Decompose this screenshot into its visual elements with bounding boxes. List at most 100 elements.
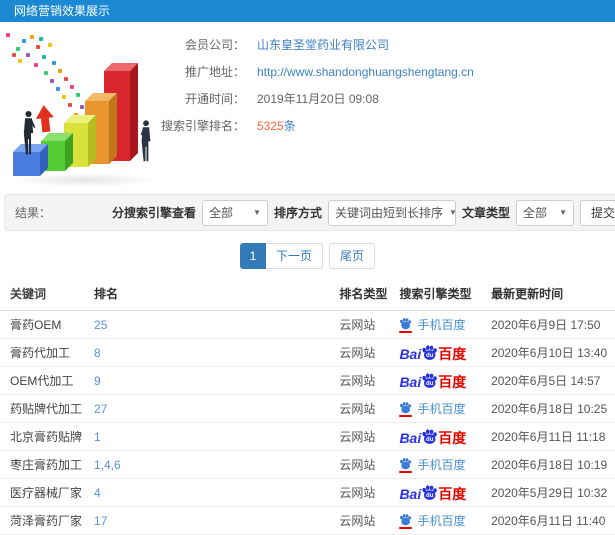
chevron-down-icon: ▼ [559,208,567,217]
rank-cell: 1,4,6 [88,450,334,479]
baidu-logo: Bai du 百度 [399,372,467,390]
page-title: 网络营销效果展示 [14,4,111,18]
header-engine-type: 搜索引擎类型 [393,279,486,311]
article-type-label: 文章类型 [461,206,510,220]
rank-cell: 4 [88,478,334,507]
info-row-url: 推广地址： http://www.shandonghuangshengtang.… [150,59,474,86]
sort-filter-label: 排序方式 [273,206,322,220]
mobile-baidu-logo: 手机百度 [399,456,465,473]
baidu-logo: Bai du 百度 [399,428,467,446]
filter-controls: 分搜索引擎查看 全部 ▼ 排序方式 关键词由短到长排序 ▼ 文章类型 全部 ▼ … [111,199,615,226]
rank-type-cell: 云网站 [333,450,394,479]
mobile-baidu-paw-icon [399,457,413,473]
open-time-value: 2019年11月20日 09:08 [257,92,379,106]
rank-link[interactable]: 1,4,6 [94,458,121,472]
table-row: 膏药代加工 8 云网站 Bai du 百度 2020年6月10日 13:40 [0,338,615,367]
keyword-cell: 医疗器械厂家 [0,478,89,507]
member-info: 会员公司： 山东皇圣堂药业有限公司 推广地址： http://www.shand… [150,32,474,140]
table-header-row: 关键词 排名 排名类型 搜索引擎类型 最新更新时间 [0,279,615,311]
updated-cell: 2020年5月29日 10:32 [485,478,615,507]
header-rank: 排名 [88,279,334,311]
page-button-next[interactable]: 下一页 [265,243,323,269]
rank-link[interactable]: 9 [94,374,101,388]
rank-type-cell: 云网站 [333,366,394,395]
businessman-figure-left [23,110,36,155]
engine-filter-label: 分搜索引擎查看 [111,206,196,220]
rank-type-cell: 云网站 [333,478,394,507]
engine-type-cell: Bai du 百度 [393,338,486,367]
rank-count-label: 搜索引擎排名： [160,119,245,133]
engine-select[interactable]: 全部 ▼ [201,199,268,226]
open-time-label: 开通时间： [184,92,245,106]
updated-cell: 2020年6月9日 17:50 [485,310,615,339]
keyword-cell: 膏药OEM [0,310,89,339]
rank-link[interactable]: 8 [94,346,101,360]
rank-link[interactable]: 1 [94,430,101,444]
info-row-rank-count: 搜索引擎排名： 5325条 [150,113,474,140]
engine-type-cell: Bai du 百度 [393,366,486,395]
company-link[interactable]: 山东皇圣堂药业有限公司 [257,32,389,59]
keyword-cell: 膏药代加工 [0,338,89,367]
rank-cell: 17 [88,506,334,535]
filter-bar: 结果： 分搜索引擎查看 全部 ▼ 排序方式 关键词由短到长排序 ▼ 文章类型 全… [4,194,615,231]
mobile-baidu-logo: 手机百度 [399,512,465,529]
info-row-company: 会员公司： 山东皇圣堂药业有限公司 [150,32,474,59]
keyword-cell: 菏泽膏药厂家 [0,506,89,535]
baidu-logo: Bai du 百度 [399,484,467,502]
updated-cell: 2020年6月18日 10:19 [485,450,615,479]
table-row: 菏泽膏药厂家 17 云网站 手机百度 2020年6月11日 11:40 [0,506,615,535]
keyword-cell: 北京膏药贴牌 [0,422,89,451]
rank-link[interactable]: 17 [94,514,107,528]
mobile-baidu-logo: 手机百度 [399,316,465,333]
baidu-paw-icon: du [421,344,438,361]
updated-cell: 2020年6月11日 11:18 [485,422,615,451]
rank-cell: 27 [88,394,334,423]
svg-text:du: du [426,491,434,498]
engine-type-cell: 手机百度 [393,450,486,479]
confetti-dots [6,33,10,37]
svg-text:du: du [426,435,434,442]
chevron-down-icon: ▼ [449,208,457,217]
sort-select[interactable]: 关键词由短到长排序 ▼ [327,199,457,226]
rank-link[interactable]: 4 [94,486,101,500]
mobile-baidu-paw-icon [399,513,413,529]
rank-type-cell: 云网站 [333,422,394,451]
baidu-paw-icon: du [421,484,438,501]
page-header: 网络营销效果展示 [0,0,615,22]
keyword-cell: 枣庄膏药加工 [0,450,89,479]
updated-cell: 2020年6月18日 10:25 [485,394,615,423]
table-row: 膏药OEM 25 云网站 手机百度 2020年6月9日 17:50 [0,310,615,339]
info-row-open-time: 开通时间： 2019年11月20日 09:08 [150,86,474,113]
rank-link[interactable]: 27 [94,402,107,416]
submit-button[interactable]: 提交 [580,199,615,226]
rank-type-cell: 云网站 [333,394,394,423]
rank-cell: 8 [88,338,334,367]
rank-type-cell: 云网站 [333,506,394,535]
rank-count-value: 5325条 [257,119,296,133]
pagination: 1 下一页 尾页 [0,243,615,269]
engine-type-cell: Bai du 百度 [393,478,486,507]
rank-type-cell: 云网站 [333,310,394,339]
engine-type-cell: 手机百度 [393,310,486,339]
table-row: 北京膏药贴牌 1 云网站 Bai du 百度 2020年6月11日 11:18 [0,422,615,451]
company-label: 会员公司： [184,38,245,52]
table-row: 枣庄膏药加工 1,4,6 云网站 手机百度 2020年6月18日 10:19 [0,450,615,479]
rank-link[interactable]: 25 [94,318,107,332]
page-button-current[interactable]: 1 [239,243,266,269]
promo-url-link[interactable]: http://www.shandonghuangshengtang.cn [257,59,474,86]
info-section: 会员公司： 山东皇圣堂药业有限公司 推广地址： http://www.shand… [0,22,615,192]
page-button-last[interactable]: 尾页 [329,243,376,269]
header-updated: 最新更新时间 [485,279,615,311]
engine-type-cell: 手机百度 [393,506,486,535]
keyword-cell: 药贴牌代加工 [0,394,89,423]
article-type-select[interactable]: 全部 ▼ [516,199,574,226]
mobile-baidu-logo: 手机百度 [399,400,465,417]
result-label: 结果： [15,206,52,220]
baidu-logo: Bai du 百度 [399,344,467,362]
businessman-figure-right [140,120,151,162]
keyword-rank-table: 关键词 排名 排名类型 搜索引擎类型 最新更新时间 膏药OEM 25 云网站 手机百度… [0,279,615,535]
rank-type-cell: 云网站 [333,338,394,367]
table-row: OEM代加工 9 云网站 Bai du 百度 2020年6月5日 14:57 [0,366,615,395]
svg-text:du: du [426,351,434,358]
svg-text:du: du [426,379,434,386]
